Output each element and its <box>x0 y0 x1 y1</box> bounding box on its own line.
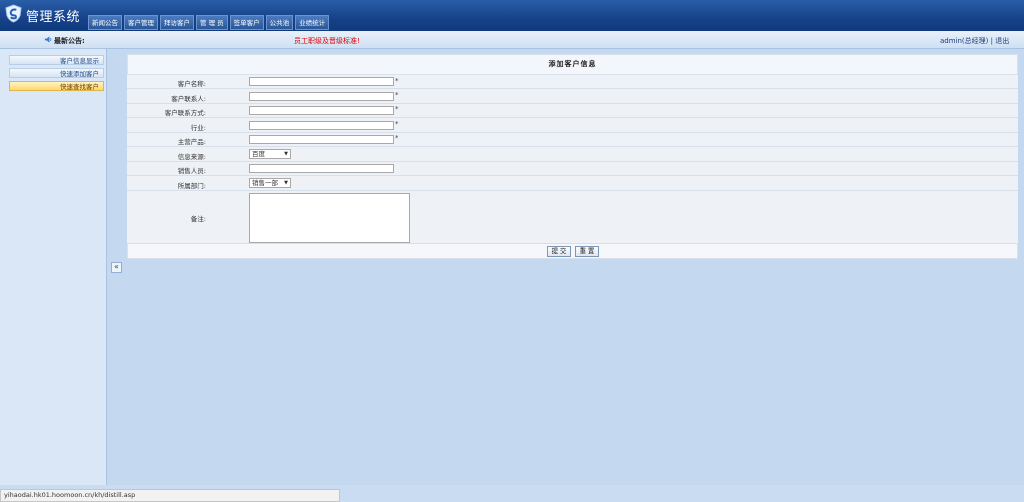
main-product-input[interactable] <box>249 135 394 144</box>
main-product-label: 主营产品: <box>177 138 206 146</box>
required-mark: * <box>395 77 399 85</box>
sidebar-item-quick-find-customer[interactable]: 快速查找客户 <box>9 81 104 91</box>
dropdown-arrow-icon: ▼ <box>284 180 288 186</box>
notice-bar <box>0 31 1024 49</box>
required-mark: * <box>395 134 399 142</box>
app-title: 管理系统 <box>26 10 81 25</box>
info-source-selected: 百度 <box>252 150 265 158</box>
sidebar: 客户信息显示 快速添加客户 快速查找客户 <box>0 49 107 485</box>
user-name[interactable]: admin(总经理) <box>940 37 988 45</box>
app-header: 管理系统 新闻公告 客户管理 拜访客户 管 理 员 签单客户 公共池 业绩统计 <box>0 0 1024 31</box>
nav-item-performance-stats[interactable]: 业绩统计 <box>295 15 330 30</box>
sidebar-item-quick-add-customer[interactable]: 快速添加客户 <box>9 68 104 78</box>
top-nav: 新闻公告 客户管理 拜访客户 管 理 员 签单客户 公共池 业绩统计 <box>88 15 330 30</box>
department-label: 所属部门: <box>177 182 206 190</box>
sidebar-item-customer-info[interactable]: 客户信息显示 <box>9 55 104 65</box>
info-source-select[interactable]: 百度 ▼ <box>249 149 291 159</box>
required-mark: * <box>395 120 399 128</box>
contact-person-input[interactable] <box>249 92 394 101</box>
browser-status-bar: yihaodai.hk01.hoomoon.cn/kh/distill.asp <box>0 489 340 502</box>
shield-logo-icon <box>5 4 22 23</box>
form-row-department: 所属部门: 销售一部 ▼ <box>127 176 1018 191</box>
sales-person-label: 销售人员: <box>177 167 206 175</box>
speaker-icon <box>44 36 52 43</box>
nav-item-visit-customers[interactable]: 拜访客户 <box>160 15 194 30</box>
sales-person-input[interactable] <box>249 164 394 173</box>
nav-item-administrators[interactable]: 管 理 员 <box>196 15 228 30</box>
dropdown-arrow-icon: ▼ <box>284 151 288 157</box>
form-row-sales-person: 销售人员: <box>127 162 1018 176</box>
department-select[interactable]: 销售一部 ▼ <box>249 178 291 188</box>
form-row-contact-info: 客户联系方式: * <box>127 104 1018 118</box>
nav-item-customer-management[interactable]: 客户管理 <box>124 15 158 30</box>
notice-link[interactable]: 员工职级及晋级标准! <box>294 36 360 46</box>
add-customer-form: 添加客户信息 客户名称: * 客户联系人: * 客户联系方式: * 行业: * … <box>127 54 1018 259</box>
collapse-sidebar-button[interactable]: « <box>111 262 122 273</box>
contact-info-label: 客户联系方式: <box>164 109 206 117</box>
required-mark: * <box>395 105 399 113</box>
form-row-contact-person: 客户联系人: * <box>127 89 1018 104</box>
industry-label: 行业: <box>190 124 206 132</box>
user-links: admin(总经理) | 退出 <box>940 36 1009 46</box>
remarks-textarea[interactable] <box>249 193 410 243</box>
remarks-label: 备注: <box>190 215 206 223</box>
nav-item-news[interactable]: 新闻公告 <box>88 15 122 30</box>
contact-person-label: 客户联系人: <box>171 95 206 103</box>
nav-item-public-pool[interactable]: 公共池 <box>265 15 294 30</box>
form-row-industry: 行业: * <box>127 118 1018 133</box>
customer-name-input[interactable] <box>249 77 394 86</box>
customer-name-label: 客户名称: <box>177 80 206 88</box>
department-selected: 销售一部 <box>252 179 278 187</box>
submit-button[interactable]: 提 交 <box>547 246 571 257</box>
form-actions: 提 交 重 置 <box>127 244 1018 259</box>
reset-button[interactable]: 重 置 <box>575 246 599 257</box>
industry-input[interactable] <box>249 121 394 130</box>
required-mark: * <box>395 91 399 99</box>
logout-link[interactable]: 退出 <box>995 37 1009 45</box>
form-row-customer-name: 客户名称: * <box>127 75 1018 89</box>
info-source-label: 信息来源: <box>177 153 206 161</box>
form-title: 添加客户信息 <box>127 54 1018 75</box>
notice-label: 最新公告: <box>54 37 85 45</box>
form-row-remarks: 备注: <box>127 191 1018 244</box>
form-row-info-source: 信息来源: 百度 ▼ <box>127 147 1018 162</box>
form-row-main-product: 主营产品: * <box>127 133 1018 147</box>
contact-info-input[interactable] <box>249 106 394 115</box>
nav-item-signed-customers[interactable]: 签单客户 <box>229 15 264 30</box>
